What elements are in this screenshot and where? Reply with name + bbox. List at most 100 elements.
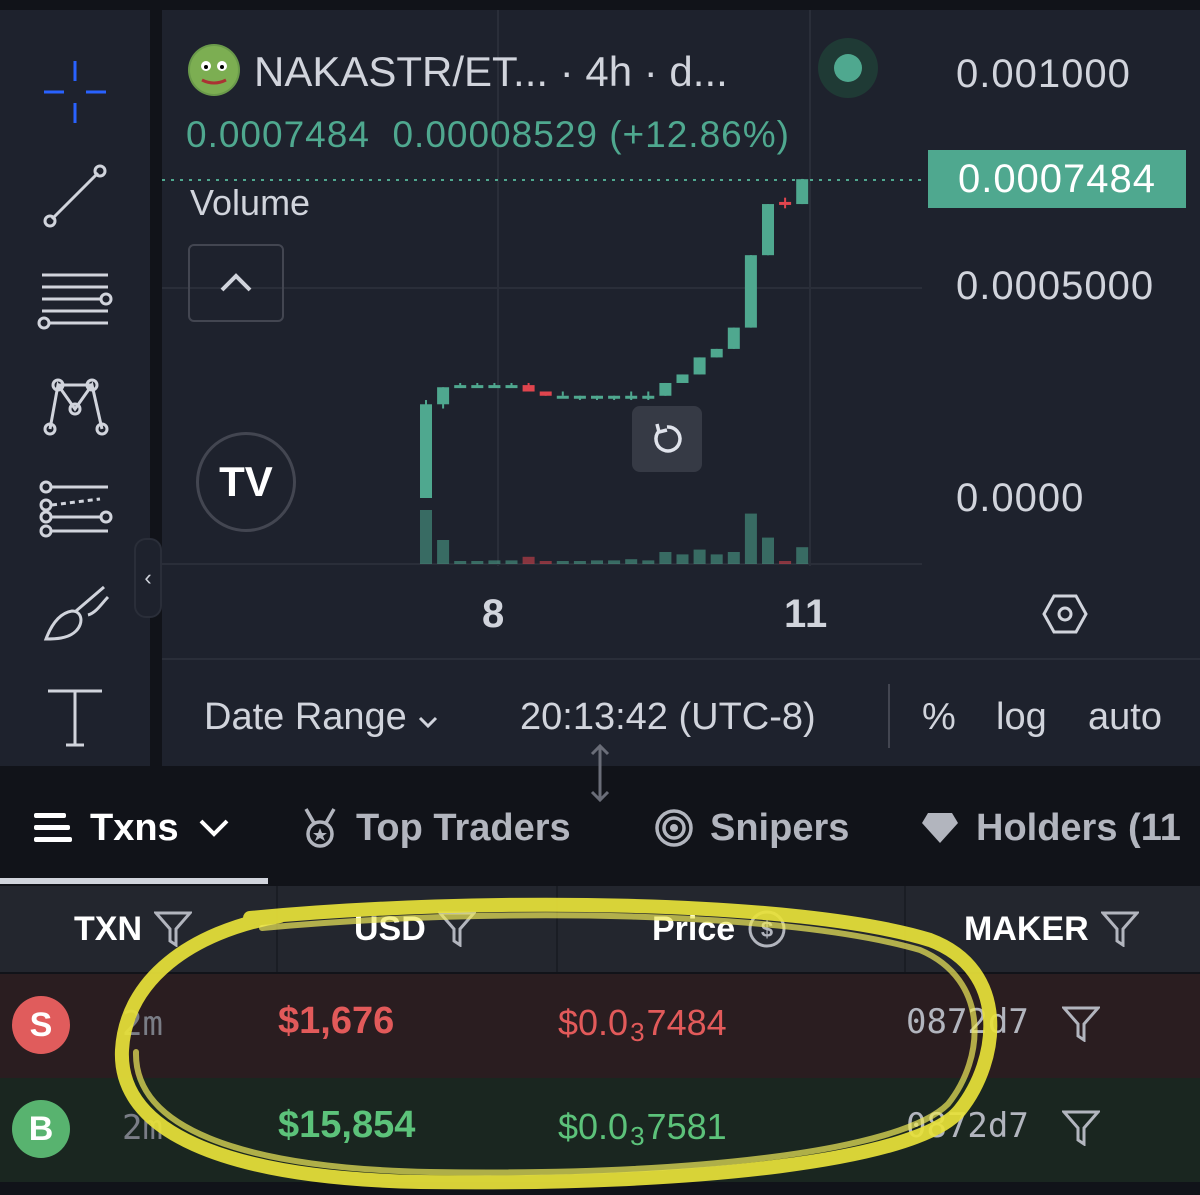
maker-address[interactable]: 0872d7 — [906, 1106, 1029, 1146]
collapse-volume-button[interactable] — [188, 244, 284, 322]
filter-icon[interactable] — [1100, 911, 1139, 947]
time-tick: 11 — [784, 592, 829, 636]
volume-bar — [796, 547, 809, 564]
drawing-toolbar — [0, 10, 150, 766]
list-icon — [34, 813, 72, 842]
chevron-up-icon — [220, 273, 252, 292]
brush-icon[interactable] — [30, 572, 120, 652]
volume-bar — [779, 561, 792, 564]
chart-panel[interactable]: NAKASTR/ET... · 4h · d... 0.0007484 0.00… — [162, 10, 1200, 766]
column-price[interactable]: Price $ — [652, 886, 787, 972]
price-tick: 0.001000 — [956, 52, 1131, 96]
candle — [437, 387, 450, 405]
candlestick-chart[interactable] — [162, 10, 1200, 658]
divider — [556, 886, 558, 972]
tab-holders[interactable]: Holders (11 — [920, 804, 1181, 852]
candle — [779, 201, 792, 205]
chart-settings-icon[interactable] — [1042, 594, 1088, 639]
candle — [488, 385, 501, 389]
volume-bar — [727, 552, 740, 564]
tab-label: Holders (11 — [976, 806, 1181, 849]
tab-top-traders[interactable]: Top Traders — [300, 804, 571, 852]
candle — [420, 404, 432, 498]
change-value: 0.00008529 (+12.86%) — [392, 114, 790, 155]
symbol-legend[interactable]: NAKASTR/ET... · 4h · d... — [254, 48, 728, 96]
chevron-down-icon — [199, 819, 229, 837]
sell-badge: S — [12, 996, 70, 1054]
trend-line-icon[interactable] — [30, 156, 120, 236]
volume-bar — [591, 560, 603, 564]
collapse-toolbar-button[interactable]: ‹ — [134, 538, 162, 618]
tab-label: Txns — [90, 806, 179, 849]
table-row[interactable]: B 2m $15,854 $0.037581 0872d7 — [0, 1078, 1200, 1182]
filter-icon[interactable] — [154, 911, 192, 947]
volume-bar — [471, 561, 484, 564]
price-tick: 0.0000 — [956, 476, 1085, 520]
candle — [591, 395, 603, 399]
fib-icon[interactable] — [30, 468, 120, 548]
price-value: $0.037581 — [558, 1106, 727, 1151]
active-tab-indicator — [0, 878, 268, 884]
text-icon[interactable] — [30, 676, 120, 756]
volume-bar — [556, 561, 569, 564]
token-avatar — [188, 44, 240, 96]
dollar-circle-icon[interactable]: $ — [747, 909, 787, 949]
column-label: Price — [652, 909, 736, 948]
percent-toggle[interactable]: % — [922, 696, 956, 739]
candle — [744, 255, 757, 328]
crosshair-icon[interactable] — [30, 52, 120, 132]
column-usd[interactable]: USD — [354, 886, 476, 972]
candle — [659, 382, 672, 396]
usd-value: $15,854 — [278, 1104, 416, 1146]
tab-snipers[interactable]: Snipers — [654, 804, 849, 852]
close-value: 0.0007484 — [186, 114, 370, 155]
candle — [608, 395, 621, 399]
chevron-down-icon — [419, 716, 438, 729]
date-range-label: Date Range — [204, 696, 407, 738]
maker-address[interactable]: 0872d7 — [906, 1002, 1029, 1042]
column-txn[interactable]: TXN — [74, 886, 192, 972]
volume-bar — [625, 559, 638, 564]
reset-chart-button[interactable] — [632, 406, 702, 472]
divider — [276, 886, 278, 972]
txn-age: 2m — [122, 1004, 163, 1044]
volume-bar — [642, 560, 655, 564]
volume-bar — [488, 560, 501, 564]
log-toggle[interactable]: log — [996, 696, 1047, 739]
volume-bar — [659, 552, 672, 564]
volume-bar — [608, 560, 621, 564]
candle — [471, 385, 484, 389]
filter-icon[interactable] — [1062, 1110, 1100, 1146]
table-row[interactable]: S 2m $1,676 $0.037484 0872d7 — [0, 974, 1200, 1078]
chevron-left-icon: ‹ — [144, 565, 152, 590]
chart-bottom-bar: Date Range 20:13:42 (UTC-8) % log auto — [162, 658, 1200, 768]
tab-txns[interactable]: Txns — [34, 804, 247, 852]
date-range-dropdown[interactable]: Date Range — [204, 696, 439, 739]
filter-icon[interactable] — [1062, 1006, 1100, 1042]
volume-bar — [676, 554, 689, 564]
medal-icon — [304, 808, 336, 848]
candle — [642, 395, 655, 399]
volume-bar — [762, 537, 774, 564]
column-maker[interactable]: MAKER — [964, 886, 1139, 972]
candle — [556, 395, 569, 399]
resize-handle-icon[interactable] — [586, 742, 614, 809]
volume-bar — [693, 549, 706, 564]
svg-text:$: $ — [761, 917, 773, 942]
time-tick: 8 — [482, 592, 506, 636]
clock-display[interactable]: 20:13:42 (UTC-8) — [520, 696, 816, 739]
volume-bar — [539, 561, 552, 564]
price-tick: 0.0005000 — [956, 264, 1155, 308]
candle — [693, 357, 706, 375]
tradingview-logo[interactable]: TV — [196, 432, 296, 532]
volume-bar — [454, 561, 467, 564]
horizontal-lines-icon[interactable] — [30, 260, 120, 340]
volume-bar — [573, 561, 586, 564]
filter-icon[interactable] — [437, 911, 476, 947]
candle — [796, 179, 809, 205]
pattern-icon[interactable] — [30, 364, 120, 444]
txn-age: 2m — [122, 1108, 163, 1148]
auto-toggle[interactable]: auto — [1088, 696, 1162, 739]
symbol-name: NAKASTR/ET... — [254, 48, 549, 95]
usd-value: $1,676 — [278, 1000, 395, 1042]
